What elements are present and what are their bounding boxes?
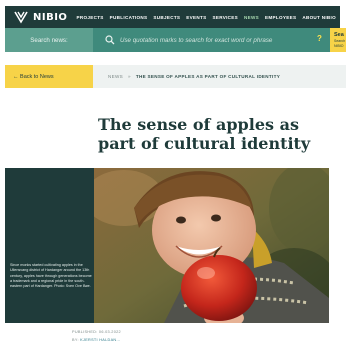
article-photo [94,168,329,323]
breadcrumb-row: ← Back to News NEWS » THE SENSE OF APPLE… [5,65,346,88]
search-label: Search news: [5,28,93,52]
breadcrumb-current: THE SENSE OF APPLES AS PART OF CULTURAL … [135,74,281,79]
nav-services[interactable]: SERVICES [212,15,238,20]
search-help-button[interactable]: ? [317,34,322,43]
byline-label: BY: [72,338,79,342]
caption-panel [5,168,94,323]
back-to-news-button[interactable]: ← Back to News [5,65,93,88]
breadcrumb-separator: » [127,74,131,79]
side-search-tab[interactable]: Sea Search NIBIO [330,28,346,52]
author-link[interactable]: KJERSTI HALDAN... [80,338,120,342]
search-input[interactable] [120,33,310,47]
image-caption: Since monks started cultivating apples i… [10,263,92,289]
breadcrumb-news[interactable]: NEWS [108,74,123,79]
nibio-logo[interactable]: NIBIO [13,10,67,24]
logo-mark-icon [14,11,28,24]
nav-subjects[interactable]: SUBJECTS [153,15,180,20]
breadcrumb: NEWS » THE SENSE OF APPLES AS PART OF CU… [108,65,280,88]
photo-boy-with-apple [94,168,329,323]
nav-events[interactable]: EVENTS [186,15,206,20]
logo-text: NIBIO [33,11,68,23]
nav-employees[interactable]: EMPLOYEES [265,15,296,20]
nav-about[interactable]: ABOUT NIBIO [302,15,336,20]
page-title: The sense of apples as part of cultural … [98,115,311,153]
nav-projects[interactable]: PROJECTS [77,15,104,20]
search-bar: Search news: ? [5,28,340,52]
nav-publications[interactable]: PUBLICATIONS [110,15,148,20]
main-nav: PROJECTS PUBLICATIONS SUBJECTS EVENTS SE… [71,15,337,20]
side-tab-label: Sea [334,32,344,38]
search-icon[interactable] [105,35,115,45]
published-date: PUBLISHED: 06.03.2022 [72,330,121,334]
side-tab-sub1: Search [334,39,346,43]
byline: BY: KJERSTI HALDAN... [72,338,121,342]
nav-news[interactable]: NEWS [244,15,259,20]
top-nav-bar: NIBIO PROJECTS PUBLICATIONS SUBJECTS EVE… [5,6,340,28]
side-tab-sub2: NIBIO [334,44,344,48]
